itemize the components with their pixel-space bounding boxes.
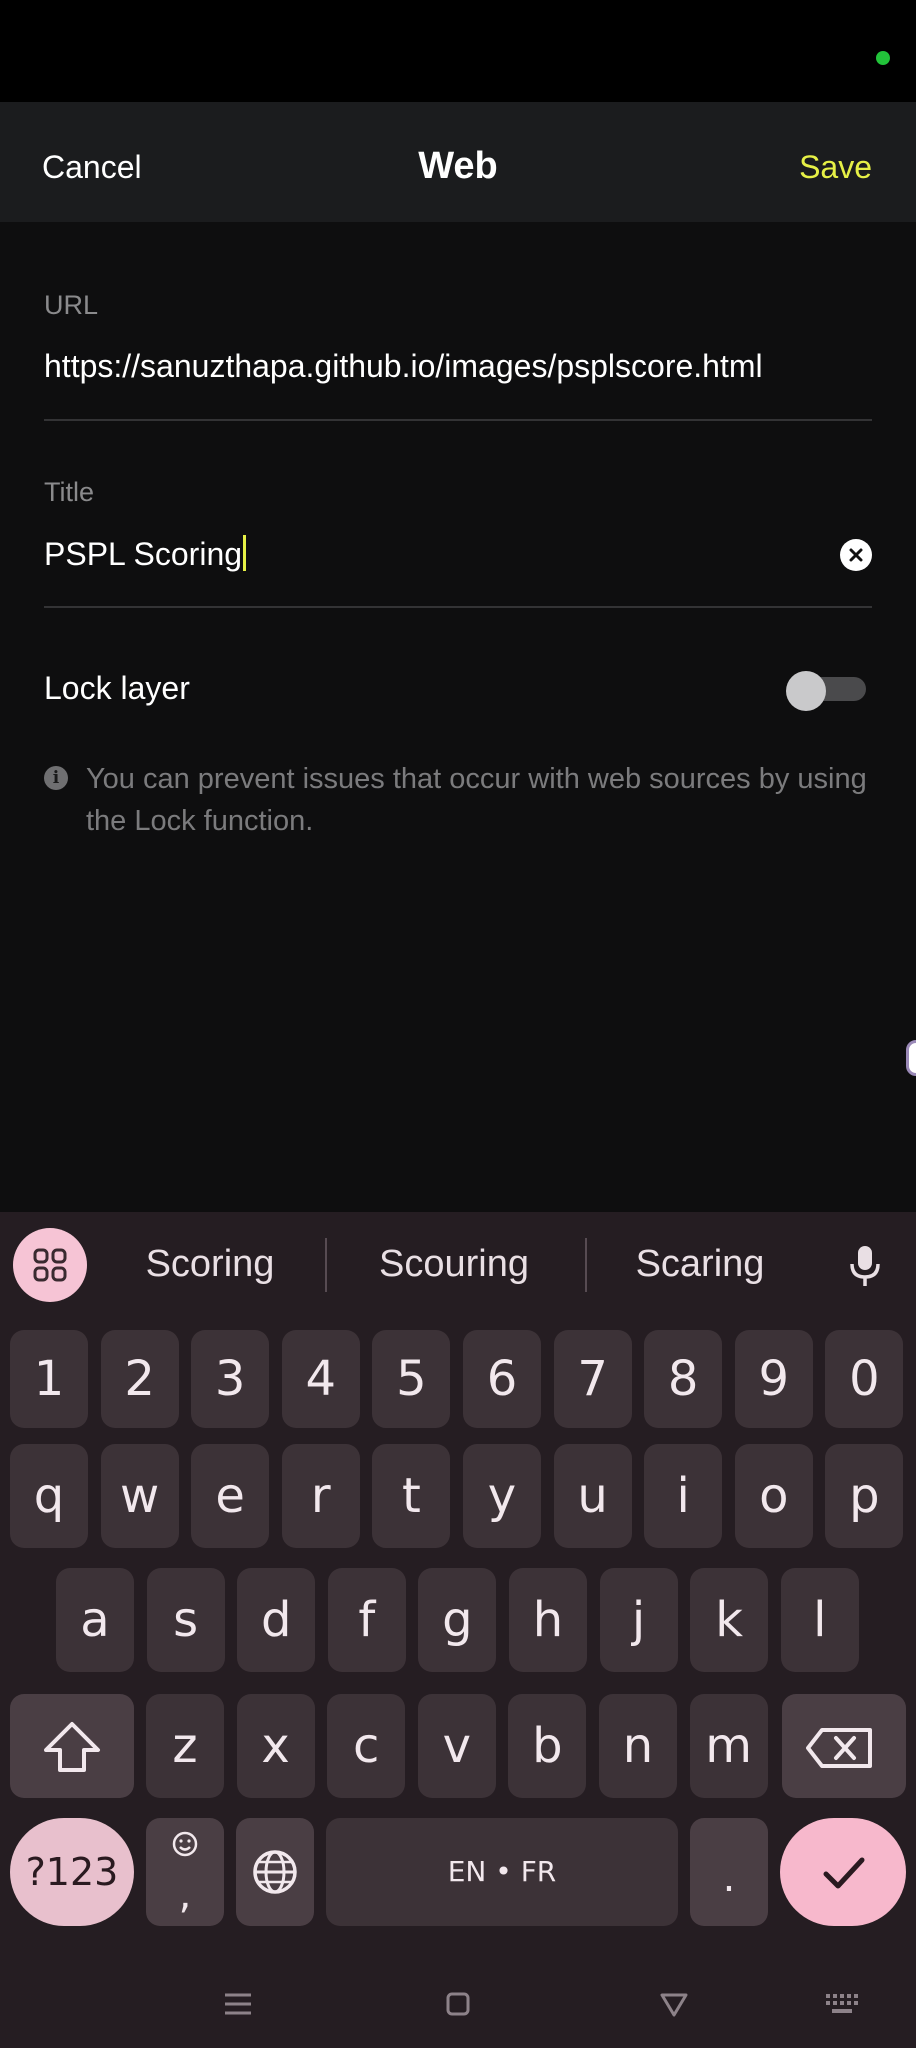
shift-key[interactable] — [10, 1694, 134, 1798]
key-r[interactable]: r — [281, 1444, 360, 1548]
toggle-thumb — [786, 671, 826, 711]
key-j[interactable]: j — [599, 1568, 678, 1672]
page-title: Web — [418, 145, 498, 187]
key-l[interactable]: l — [780, 1568, 859, 1672]
suggestion-divider — [325, 1238, 327, 1292]
url-field[interactable]: https://sanuzthapa.github.io/images/pspl… — [44, 348, 763, 385]
app-bar: Cancel Web Save — [0, 102, 916, 222]
key-k[interactable]: k — [690, 1568, 769, 1672]
suggestion-3[interactable]: Scaring — [600, 1212, 800, 1316]
lock-layer-toggle[interactable] — [786, 671, 866, 711]
keyboard-icon[interactable] — [814, 1976, 870, 2032]
key-o[interactable]: o — [734, 1444, 813, 1548]
key-y[interactable]: y — [463, 1444, 541, 1548]
key-7[interactable]: 7 — [553, 1330, 632, 1428]
url-label: URL — [44, 290, 99, 320]
space-key[interactable]: EN • FR — [326, 1818, 678, 1926]
privacy-indicator-dot — [876, 51, 890, 65]
web-source-form: URL https://sanuzthapa.github.io/images/… — [0, 222, 916, 1212]
title-label: Title — [44, 477, 95, 507]
symbols-key[interactable]: ?123 — [10, 1818, 134, 1926]
url-divider — [44, 419, 872, 421]
menu-lines-icon[interactable] — [210, 1976, 266, 2032]
shift-arrow-icon — [44, 1722, 100, 1772]
key-b[interactable]: b — [508, 1694, 587, 1798]
grid-icon[interactable] — [13, 1228, 87, 1302]
key-8[interactable]: 8 — [644, 1330, 723, 1428]
key-w[interactable]: w — [100, 1444, 179, 1548]
globe-icon — [253, 1850, 297, 1894]
key-n[interactable]: n — [599, 1694, 677, 1798]
square-icon[interactable] — [430, 1976, 486, 2032]
key-p[interactable]: p — [825, 1444, 904, 1548]
key-g[interactable]: g — [418, 1568, 497, 1672]
title-field[interactable]: PSPL Scoring — [44, 535, 247, 573]
on-screen-keyboard: Scoring Scouring Scaring 1234567890 qwert… — [0, 1212, 916, 2048]
key-i[interactable]: i — [644, 1444, 723, 1548]
lock-layer-label: Lock layer — [44, 670, 190, 706]
system-navigation-bar — [0, 1960, 916, 2048]
edge-panel-handle[interactable] — [906, 1040, 916, 1076]
key-2[interactable]: 2 — [100, 1330, 179, 1428]
key-5[interactable]: 5 — [372, 1330, 451, 1428]
text-caret — [243, 535, 247, 571]
triangle-down-icon[interactable] — [646, 1976, 702, 2032]
clear-icon[interactable] — [840, 539, 872, 571]
key-f[interactable]: f — [327, 1568, 406, 1672]
key-d[interactable]: d — [237, 1568, 316, 1672]
key-1[interactable]: 1 — [10, 1330, 88, 1428]
key-4[interactable]: 4 — [281, 1330, 360, 1428]
suggestion-bar: Scoring Scouring Scaring — [0, 1212, 916, 1316]
key-9[interactable]: 9 — [734, 1330, 813, 1428]
key-6[interactable]: 6 — [463, 1330, 541, 1428]
comma-label: , — [178, 1872, 192, 1918]
backspace-key[interactable] — [782, 1694, 906, 1798]
enter-key[interactable] — [780, 1818, 906, 1926]
info-icon: i — [44, 766, 68, 790]
suggestion-divider — [585, 1238, 587, 1292]
period-key[interactable]: . — [690, 1818, 768, 1926]
key-z[interactable]: z — [146, 1694, 224, 1798]
checkmark-icon — [823, 1857, 865, 1889]
key-q[interactable]: q — [10, 1444, 88, 1548]
key-c[interactable]: c — [327, 1694, 406, 1798]
key-0[interactable]: 0 — [825, 1330, 904, 1428]
key-a[interactable]: a — [56, 1568, 134, 1672]
microphone-icon[interactable] — [840, 1240, 890, 1290]
title-divider — [44, 606, 872, 608]
language-key[interactable] — [236, 1818, 314, 1926]
key-h[interactable]: h — [509, 1568, 587, 1672]
backspace-icon — [806, 1728, 872, 1768]
key-t[interactable]: t — [372, 1444, 451, 1548]
emoji-comma-key[interactable]: , — [146, 1818, 224, 1926]
key-x[interactable]: x — [236, 1694, 315, 1798]
lock-info-text: You can prevent issues that occur with w… — [86, 763, 867, 837]
key-3[interactable]: 3 — [191, 1330, 270, 1428]
status-bar — [0, 0, 916, 102]
save-button[interactable]: Save — [799, 102, 872, 222]
suggestion-1[interactable]: Scoring — [110, 1212, 310, 1316]
key-u[interactable]: u — [553, 1444, 632, 1548]
suggestion-2[interactable]: Scouring — [344, 1212, 564, 1316]
smiley-icon — [172, 1831, 198, 1857]
title-field-text: PSPL Scoring — [44, 536, 243, 572]
key-m[interactable]: m — [689, 1694, 768, 1798]
key-v[interactable]: v — [417, 1694, 496, 1798]
key-s[interactable]: s — [146, 1568, 225, 1672]
key-e[interactable]: e — [191, 1444, 270, 1548]
